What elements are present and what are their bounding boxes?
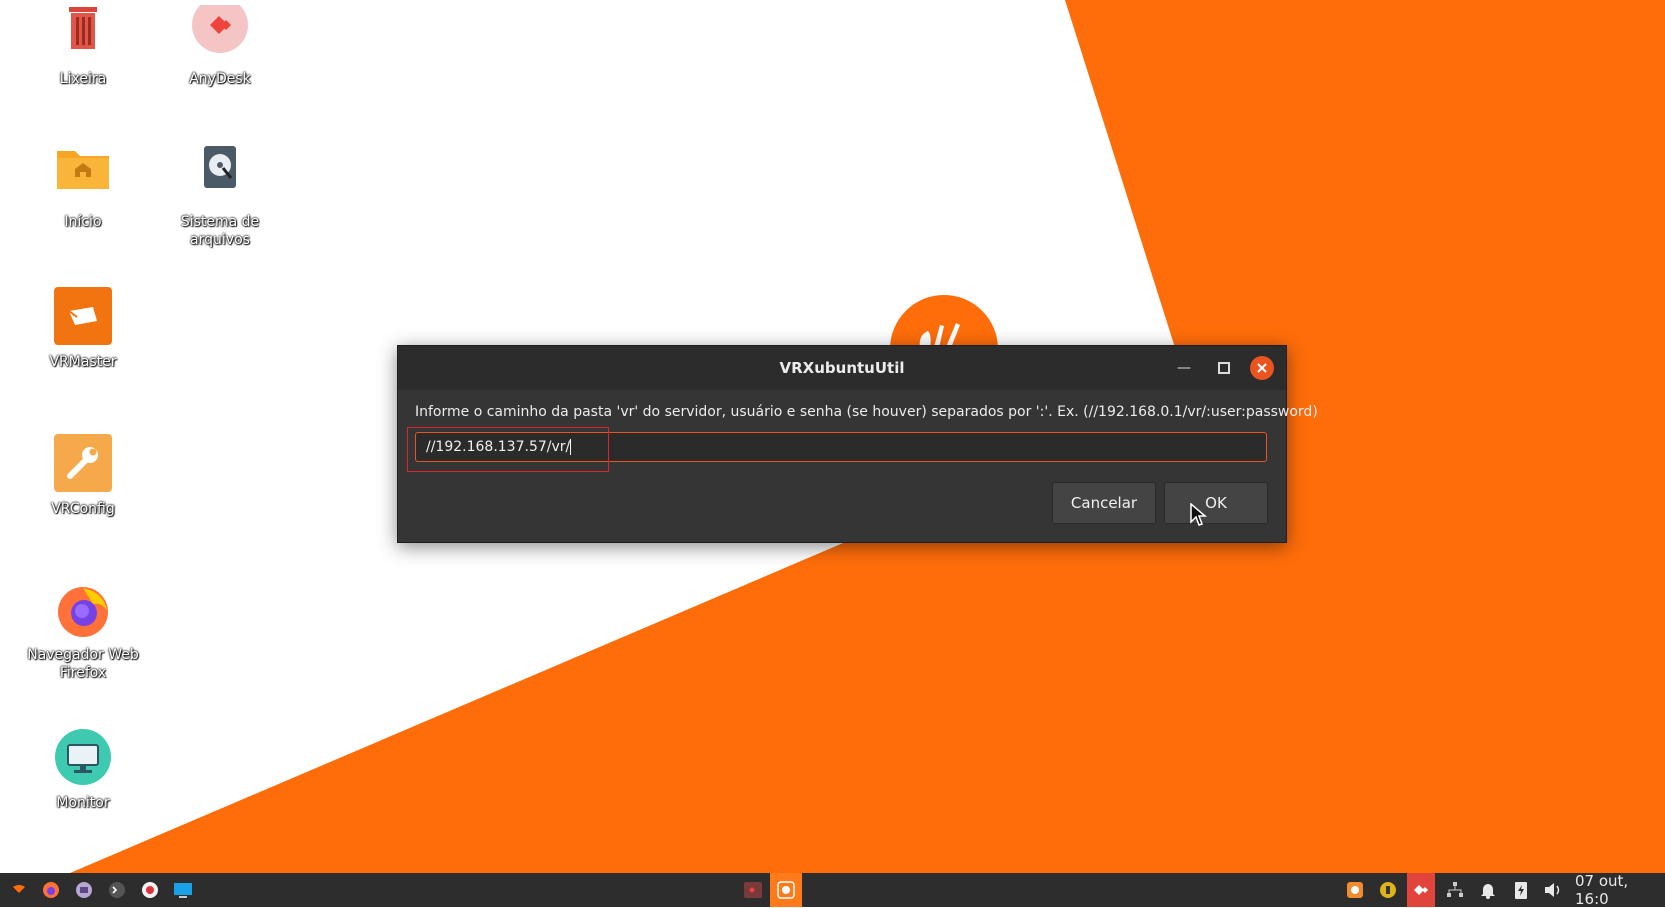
desktop-icon-label: Sistema de arquivos xyxy=(180,214,260,248)
vrmaster-icon xyxy=(53,287,113,347)
notification-bell-icon[interactable] xyxy=(1476,873,1500,907)
wrench-icon xyxy=(53,434,113,494)
desktop-icon-home[interactable]: Início xyxy=(23,143,143,231)
anydesk-icon xyxy=(190,0,250,65)
desktop-icon-monitor[interactable]: Monitor xyxy=(23,728,143,812)
desktop-icon-label: Lixeira xyxy=(59,71,107,87)
desktop-icon-label: Monitor xyxy=(56,795,110,811)
taskbar: 07 out, 16:0 xyxy=(0,872,1665,908)
desktop-icon-trash[interactable]: Lixeira xyxy=(23,5,143,88)
filemanager-launcher-icon[interactable] xyxy=(71,873,97,907)
firefox-launcher-icon[interactable] xyxy=(38,873,64,907)
trash-icon xyxy=(53,5,113,65)
highlight-box xyxy=(407,427,609,472)
desktop-icon-vrconfig[interactable]: VRConfig xyxy=(23,434,143,518)
close-icon[interactable] xyxy=(1250,356,1274,380)
volume-icon[interactable] xyxy=(1540,873,1566,907)
desktop-icon-firefox[interactable]: Navegador Web Firefox xyxy=(23,580,143,682)
maximize-icon[interactable] xyxy=(1212,356,1236,380)
desktop-icon-label: VRConfig xyxy=(51,501,115,517)
firefox-icon xyxy=(53,580,113,640)
desktop-icon-label: Início xyxy=(64,214,102,230)
media-launcher-icon[interactable] xyxy=(137,873,163,907)
task-anydesk-icon[interactable] xyxy=(739,873,767,907)
harddisk-icon xyxy=(190,143,250,203)
tray-vr-icon[interactable] xyxy=(1343,873,1367,907)
ok-button[interactable]: OK xyxy=(1164,482,1268,524)
desktop-icon-label: Navegador Web Firefox xyxy=(27,647,139,681)
vrxubuntuutil-dialog: VRXubuntuUtil — Informe o caminho da pas… xyxy=(397,345,1318,543)
desktop-icon-vrmaster[interactable]: VRMaster xyxy=(23,287,143,371)
whisker-menu-icon[interactable] xyxy=(8,873,30,907)
network-icon[interactable] xyxy=(1443,873,1467,907)
tray-updates-icon[interactable] xyxy=(1376,873,1400,907)
desktop-icon-label: AnyDesk xyxy=(189,71,251,87)
tray-anydesk-icon[interactable] xyxy=(1407,873,1435,907)
dialog-titlebar[interactable]: VRXubuntuUtil — xyxy=(398,346,1286,390)
mouse-pointer-icon xyxy=(1190,503,1208,526)
task-vrxubuntuutil-icon[interactable] xyxy=(770,873,802,907)
desktop-icon-filesystem[interactable]: Sistema de arquivos xyxy=(160,143,280,249)
desktop-icon-anydesk[interactable]: AnyDesk xyxy=(160,0,280,88)
minimize-icon[interactable]: — xyxy=(1172,356,1196,380)
monitor-icon xyxy=(53,728,113,788)
desktop-launcher-icon[interactable] xyxy=(170,873,196,907)
dialog-prompt: Informe o caminho da pasta 'vr' do servi… xyxy=(415,404,1318,420)
power-icon[interactable] xyxy=(1509,873,1533,907)
desktop-icon-label: VRMaster xyxy=(49,354,117,370)
cancel-button[interactable]: Cancelar xyxy=(1052,482,1156,524)
taskbar-clock[interactable]: 07 out, 16:0 xyxy=(1575,872,1665,908)
dialog-title: VRXubuntuUtil xyxy=(779,359,905,377)
home-folder-icon xyxy=(53,143,113,203)
terminal-launcher-icon[interactable] xyxy=(104,873,130,907)
